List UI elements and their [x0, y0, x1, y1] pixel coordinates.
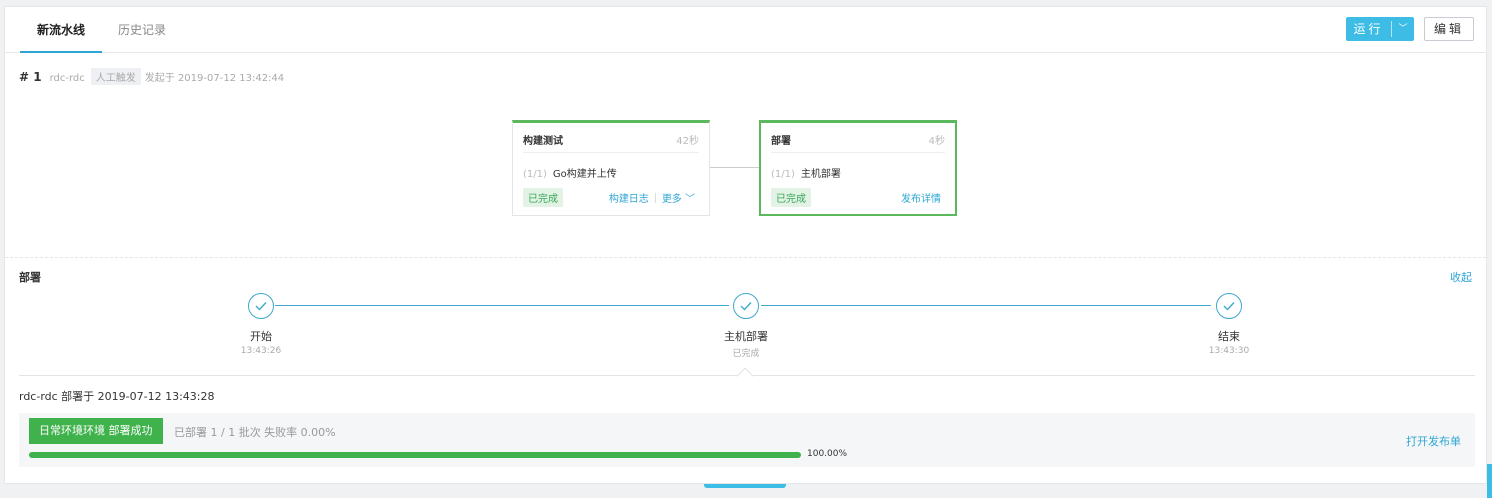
run-pipeline-name: rdc-rdc: [49, 73, 85, 84]
job-index: (1/1): [771, 169, 795, 180]
run-number: # 1: [19, 70, 42, 84]
stage-card-deploy[interactable]: 部署 4秒 (1/1) 主机部署 已完成 发布详情: [759, 120, 957, 216]
stage-duration: 42秒: [676, 136, 699, 147]
stage-links: 发布详情: [901, 190, 941, 205]
run-button[interactable]: 运行 ﹀: [1346, 17, 1414, 41]
edit-button[interactable]: 编辑: [1424, 17, 1474, 41]
stage-connector: [710, 167, 762, 168]
tab-history[interactable]: 历史记录: [118, 7, 166, 53]
deploy-stats: 已部署 1 / 1 批次 失败率 0.00%: [174, 426, 336, 439]
stage-divider: [771, 152, 945, 153]
step-name: 主机部署: [724, 330, 768, 343]
bottom-tray-handle[interactable]: [704, 484, 786, 488]
trigger-tag: 人工触发: [90, 68, 141, 85]
job-name: 主机部署: [800, 169, 841, 180]
step-status: 已完成: [732, 349, 760, 359]
stage-title: 构建测试: [523, 136, 563, 147]
stage-job: (1/1) Go构建并上传: [523, 165, 617, 180]
tab-new-pipeline[interactable]: 新流水线: [20, 7, 102, 53]
pointer-notch: [736, 367, 754, 385]
release-detail-link[interactable]: 发布详情: [901, 194, 941, 205]
step-time: 13:43:30: [1208, 346, 1250, 356]
section-divider: [5, 257, 1486, 258]
collapse-link[interactable]: 收起: [1450, 269, 1472, 285]
run-info: # 1 rdc-rdc 人工触发 发起于 2019-07-12 13:42:44: [19, 68, 284, 85]
open-release-link[interactable]: 打开发布单: [1406, 433, 1461, 449]
status-badge: 已完成: [523, 188, 563, 207]
deploy-summary: rdc-rdc 部署于 2019-07-12 13:43:28: [19, 390, 215, 403]
step-connector: [275, 305, 729, 306]
stage-links: 构建日志 更多 ﹀: [609, 190, 695, 205]
deploy-success-badge: 日常环境环境 部署成功: [29, 418, 163, 444]
progress-fill: [29, 452, 801, 458]
progress-percent: 100.00%: [807, 449, 848, 459]
stage-title: 部署: [771, 136, 791, 147]
status-badge: 已完成: [771, 188, 811, 207]
stage-job: (1/1) 主机部署: [771, 165, 841, 180]
job-name: Go构建并上传: [552, 169, 617, 180]
check-icon: [1216, 293, 1242, 319]
stage-duration: 4秒: [928, 136, 945, 147]
chevron-down-icon[interactable]: ﹀: [1392, 17, 1414, 41]
more-dropdown[interactable]: 更多 ﹀: [662, 194, 695, 205]
tab-bar: 新流水线 历史记录 运行 ﹀ 编辑: [5, 7, 1486, 53]
deploy-status-panel: 日常环境环境 部署成功 已部署 1 / 1 批次 失败率 0.00% 100.0…: [19, 413, 1475, 467]
run-button-label: 运行: [1353, 22, 1384, 36]
stage-card-build[interactable]: 构建测试 42秒 (1/1) Go构建并上传 已完成 构建日志 更多 ﹀: [512, 120, 710, 216]
job-index: (1/1): [523, 169, 547, 180]
build-log-link[interactable]: 构建日志: [609, 194, 649, 205]
run-start-time: 发起于 2019-07-12 13:42:44: [144, 73, 285, 84]
side-float-handle[interactable]: [1487, 464, 1492, 498]
stage-divider: [523, 152, 699, 153]
deploy-section-title: 部署: [19, 271, 41, 284]
check-icon: [733, 293, 759, 319]
check-icon: [248, 293, 274, 319]
step-time: 13:43:26: [240, 346, 282, 356]
pipeline-card: 新流水线 历史记录 运行 ﹀ 编辑 # 1 rdc-rdc 人工触发 发起于 2019…: [4, 6, 1487, 484]
step-connector: [761, 305, 1211, 306]
progress-bar: [29, 452, 801, 458]
link-divider: [654, 193, 656, 203]
step-name: 开始: [250, 330, 272, 343]
step-name: 结束: [1218, 330, 1240, 343]
